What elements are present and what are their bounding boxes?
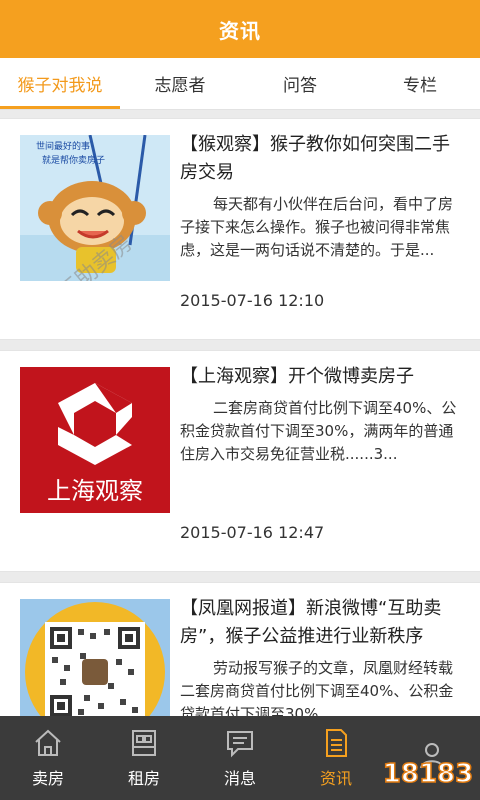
tab-label: 问答 xyxy=(283,76,317,96)
title-bar: 资讯 xyxy=(0,0,480,58)
article-date: 2015-07-16 12:10 xyxy=(180,291,325,310)
tab-qa[interactable]: 问答 xyxy=(240,58,360,109)
article-card[interactable]: 【凤凰网报道】新浪微博“互助卖房”，猴子公益推进行业新秩序 劳动报写猴子的文章，… xyxy=(0,582,480,718)
article-card[interactable]: 上海观察 【上海观察】开个微博卖房子 二套房商贷首付比例下调至40%、公积金贷款… xyxy=(0,350,480,572)
document-icon xyxy=(326,729,347,757)
nav-label: 卖房 xyxy=(31,769,64,788)
article-title: 【凤凰网报道】新浪微博“互助卖房”，猴子公益推进行业新秩序 xyxy=(180,598,442,647)
article-summary: 劳动报写猴子的文章，凤凰财经转载 二套房商贷首付比例下调至40%、公积金贷款首付… xyxy=(180,659,454,718)
nav-label: 资讯 xyxy=(319,769,352,788)
nav-rent-house[interactable]: 租房 xyxy=(96,716,192,800)
message-icon xyxy=(227,731,253,758)
nav-label: 租房 xyxy=(127,769,160,788)
article-thumbnail-shanghai: 上海观察 xyxy=(20,367,170,513)
article-thumbnail-qrcode xyxy=(20,599,170,718)
article-date: 2015-07-16 12:47 xyxy=(180,523,325,542)
thumb-caption: 世间最好的事 xyxy=(36,140,90,152)
thumb-caption: 就是帮你卖房子 xyxy=(42,154,105,166)
cabinet-icon xyxy=(132,730,156,756)
nav-sell-house[interactable]: 卖房 xyxy=(0,716,96,800)
category-tabs: 猴子对我说 志愿者 问答 专栏 xyxy=(0,58,480,110)
article-list[interactable]: 世间最好的事 就是帮你卖房子 互助卖房 【猴观察】猴子教你如何突围二手房交易 每… xyxy=(0,118,480,718)
thumb-caption: 上海观察 xyxy=(47,477,143,505)
tab-label: 猴子对我说 xyxy=(17,76,103,96)
tab-label: 志愿者 xyxy=(154,76,206,96)
article-title: 【上海观察】开个微博卖房子 xyxy=(180,366,414,387)
tab-volunteer[interactable]: 志愿者 xyxy=(120,58,240,109)
article-thumbnail-monkey: 世间最好的事 就是帮你卖房子 互助卖房 xyxy=(20,135,170,281)
article-card[interactable]: 世间最好的事 就是帮你卖房子 互助卖房 【猴观察】猴子教你如何突围二手房交易 每… xyxy=(0,118,480,340)
article-title: 【猴观察】猴子教你如何突围二手房交易 xyxy=(180,134,450,183)
tab-monkey-says[interactable]: 猴子对我说 xyxy=(0,58,120,109)
tab-column[interactable]: 专栏 xyxy=(360,58,480,109)
nav-messages[interactable]: 消息 xyxy=(192,716,288,800)
nav-label: 消息 xyxy=(223,769,256,788)
site-watermark-logo: 18183 xyxy=(382,758,474,790)
page-title: 资讯 xyxy=(219,18,261,43)
article-summary: 二套房商贷首付比例下调至40%、公积金贷款首付下调至30%，满两年的普通住房入市… xyxy=(180,399,457,463)
nav-news[interactable]: 资讯 xyxy=(288,716,384,800)
bottom-nav: 卖房 租房 消息 资讯 18183 xyxy=(0,716,480,800)
watermark-text: 18183 xyxy=(383,759,473,789)
article-summary: 每天都有小伙伴在后台问，看中了房子接下来怎么操作。猴子也被问得非常焦虑，这是一两… xyxy=(180,195,454,259)
tab-label: 专栏 xyxy=(403,76,437,96)
house-icon xyxy=(35,729,61,756)
